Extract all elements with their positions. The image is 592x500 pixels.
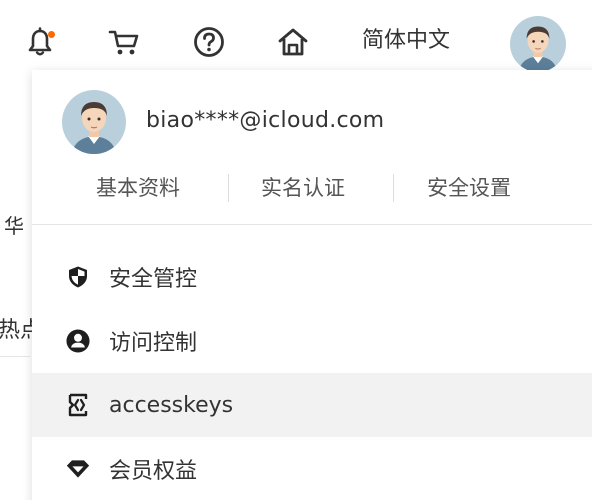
menu-item-label: 安全管控 xyxy=(109,267,198,292)
divider xyxy=(32,224,592,225)
menu-item-label: 访问控制 xyxy=(109,331,198,356)
avatar xyxy=(62,90,126,154)
help-button[interactable] xyxy=(191,24,227,60)
diamond-icon xyxy=(66,457,90,481)
menu-item-accesskeys[interactable]: accesskeys xyxy=(32,373,592,437)
link-separator xyxy=(228,174,229,202)
language-switch[interactable]: 简体中文 xyxy=(362,26,450,56)
security-settings-link[interactable]: 安全设置 xyxy=(427,172,511,202)
help-icon xyxy=(194,27,224,57)
home-button[interactable] xyxy=(275,24,311,60)
menu-item-member-benefits[interactable]: 会员权益 xyxy=(32,437,592,500)
background-text-fragment: 华 xyxy=(4,214,24,238)
account-dropdown: biao****@icloud.com 基本资料 实名认证 安全设置 安全管控 xyxy=(32,70,592,500)
key-brackets-icon xyxy=(66,393,90,417)
menu-item-label: accesskeys xyxy=(109,392,234,418)
account-links: 基本资料 实名认证 安全设置 xyxy=(32,170,592,206)
menu-item-security-control[interactable]: 安全管控 xyxy=(32,245,592,309)
avatar[interactable] xyxy=(510,16,566,72)
cart-button[interactable] xyxy=(106,24,142,60)
account-email: biao****@icloud.com xyxy=(146,108,385,133)
user-circle-icon xyxy=(66,329,90,353)
shield-icon xyxy=(66,265,90,289)
menu-item-access-control[interactable]: 访问控制 xyxy=(32,309,592,373)
background-divider xyxy=(0,356,30,357)
page: 简体中文 华 热点 biao****@icloud.com 基本资料 实名认证 … xyxy=(0,0,592,500)
cart-icon xyxy=(108,30,139,55)
link-separator xyxy=(393,174,394,202)
avatar-image xyxy=(62,90,126,154)
basic-profile-link[interactable]: 基本资料 xyxy=(96,172,180,202)
notification-dot xyxy=(48,31,55,38)
account-menu-list: 安全管控 访问控制 accesskeys 会员权益 xyxy=(32,245,592,500)
avatar-image xyxy=(510,16,566,72)
real-name-verification-link[interactable]: 实名认证 xyxy=(261,172,345,202)
menu-item-label: 会员权益 xyxy=(109,459,198,484)
home-icon xyxy=(278,28,308,56)
notifications-button[interactable] xyxy=(22,24,58,60)
